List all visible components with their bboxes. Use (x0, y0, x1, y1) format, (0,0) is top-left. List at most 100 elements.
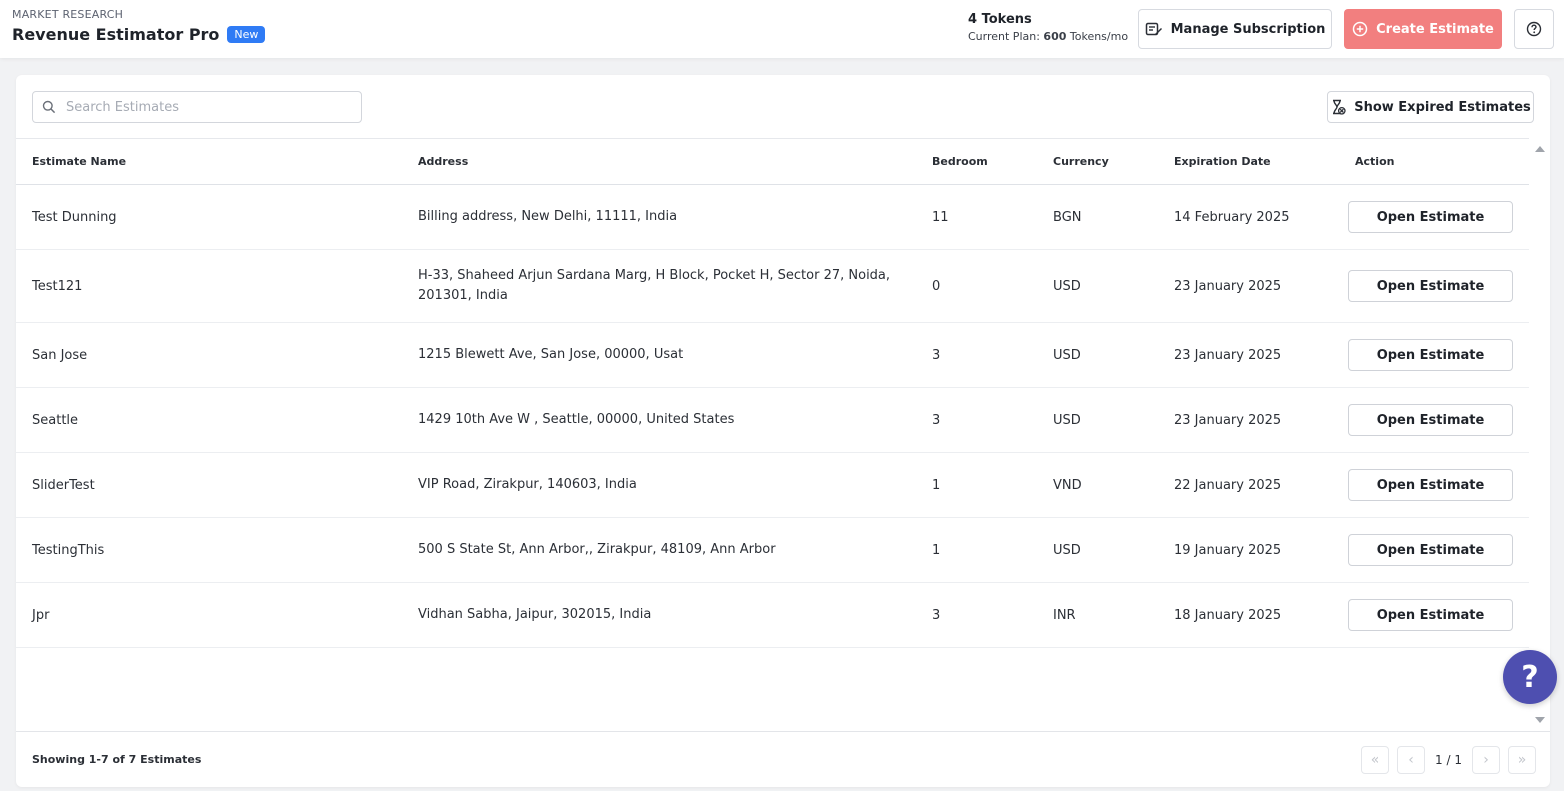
cell-address: VIP Road, Zirakpur, 140603, India (418, 477, 637, 492)
scroll-up-arrow[interactable] (1535, 146, 1545, 152)
cell-action: Open Estimate (1347, 201, 1529, 233)
cell-currency: USD (1053, 412, 1081, 428)
cell-address: 500 S State St, Ann Arbor,, Zirakpur, 48… (418, 542, 776, 557)
cell-currency: BGN (1053, 209, 1082, 225)
create-estimate-button[interactable]: Create Estimate (1344, 9, 1502, 49)
cell-expiration: 22 January 2025 (1174, 477, 1282, 493)
cell-bedroom: 3 (932, 412, 941, 428)
open-estimate-button[interactable]: Open Estimate (1348, 534, 1513, 566)
open-estimate-button[interactable]: Open Estimate (1348, 339, 1513, 371)
manage-subscription-label: Manage Subscription (1170, 21, 1326, 37)
question-circle-icon (1526, 21, 1542, 37)
scroll-down-arrow[interactable] (1535, 717, 1545, 723)
cell-currency: VND (1053, 477, 1082, 493)
col-bedroom[interactable]: Bedroom (932, 155, 1053, 168)
plan-info: Current Plan: 600 Tokens/mo (968, 30, 1128, 43)
cell-bedroom: 1 (932, 542, 941, 558)
cell-action: Open Estimate (1347, 404, 1529, 436)
col-address[interactable]: Address (418, 152, 932, 172)
cell-bedroom: 3 (932, 607, 941, 623)
table-row: Test Dunning Billing address, New Delhi,… (16, 185, 1529, 250)
page-indicator: 1 / 1 (1435, 753, 1462, 767)
token-count: 4 Tokens (968, 12, 1032, 27)
question-bubble-icon[interactable]: ? (1503, 650, 1557, 704)
col-expiration-date[interactable]: Expiration Date (1174, 155, 1347, 168)
cell-name: Seattle (32, 412, 79, 428)
plan-suffix: Tokens/mo (1066, 30, 1129, 43)
col-action: Action (1355, 155, 1395, 168)
table-footer: Showing 1-7 of 7 Estimates « ‹ 1 / 1 › » (16, 731, 1550, 787)
cell-expiration: 14 February 2025 (1174, 209, 1290, 225)
table-header: Estimate Name Address Bedroom Currency E… (16, 138, 1529, 185)
cell-name: San Jose (32, 347, 88, 363)
open-estimate-button[interactable]: Open Estimate (1348, 270, 1513, 302)
cell-action: Open Estimate (1347, 270, 1529, 302)
cell-bedroom: 0 (932, 278, 941, 294)
cell-address: 1215 Blewett Ave, San Jose, 00000, Usat (418, 347, 684, 362)
table-scrollbar[interactable] (1529, 138, 1550, 731)
cell-currency: USD (1053, 278, 1081, 294)
open-estimate-button[interactable]: Open Estimate (1348, 599, 1513, 631)
search-input[interactable] (66, 99, 346, 115)
section-eyebrow: MARKET RESEARCH (12, 8, 124, 21)
cell-currency: USD (1053, 347, 1081, 363)
cell-address: Vidhan Sabha, Jaipur, 302015, India (418, 607, 652, 622)
title-block: MARKET RESEARCH Revenue Estimator Pro Ne… (12, 8, 266, 44)
title-row: Revenue Estimator Pro New (12, 25, 266, 44)
plan-amount: 600 (1043, 30, 1067, 43)
cell-address: 1429 10th Ave W , Seattle, 00000, United… (418, 412, 735, 427)
cell-name: Test121 (32, 278, 83, 294)
search-icon (42, 100, 56, 114)
estimates-card: Show Expired Estimates Estimate Name Add… (16, 75, 1550, 787)
show-expired-button[interactable]: Show Expired Estimates (1327, 91, 1534, 123)
plus-circle-icon (1352, 21, 1368, 37)
cell-bedroom: 3 (932, 347, 941, 363)
app-header: MARKET RESEARCH Revenue Estimator Pro Ne… (0, 0, 1564, 58)
cell-expiration: 23 January 2025 (1174, 412, 1282, 428)
cell-bedroom: 11 (932, 209, 949, 225)
create-estimate-label: Create Estimate (1376, 21, 1494, 37)
col-currency[interactable]: Currency (1053, 155, 1174, 168)
help-button[interactable] (1514, 9, 1554, 49)
prev-page-button[interactable]: ‹ (1397, 746, 1426, 774)
cell-expiration: 23 January 2025 (1174, 278, 1282, 294)
token-summary: 4 Tokens Current Plan: 600 Tokens/mo (968, 12, 1128, 43)
search-box[interactable] (32, 91, 362, 123)
showing-count: Showing 1-7 of 7 Estimates (32, 753, 202, 766)
table-row: TestingThis 500 S State St, Ann Arbor,, … (16, 518, 1529, 583)
estimates-table: Estimate Name Address Bedroom Currency E… (16, 138, 1529, 648)
cell-name: SliderTest (32, 477, 95, 493)
cell-expiration: 18 January 2025 (1174, 607, 1282, 623)
cell-action: Open Estimate (1347, 339, 1529, 371)
cell-name: Jpr (32, 607, 50, 623)
cell-name: Test Dunning (32, 209, 117, 225)
first-page-button[interactable]: « (1361, 746, 1390, 774)
cell-action: Open Estimate (1347, 469, 1529, 501)
open-estimate-button[interactable]: Open Estimate (1348, 201, 1513, 233)
col-estimate-name[interactable]: Estimate Name (16, 155, 418, 168)
cell-address: Billing address, New Delhi, 11111, India (418, 209, 678, 224)
page-title: Revenue Estimator Pro (12, 25, 220, 44)
show-expired-label: Show Expired Estimates (1354, 99, 1531, 115)
cell-action: Open Estimate (1347, 534, 1529, 566)
table-row: Jpr Vidhan Sabha, Jaipur, 302015, India … (16, 583, 1529, 648)
cell-name: TestingThis (32, 542, 105, 558)
manage-subscription-button[interactable]: Manage Subscription (1138, 9, 1332, 49)
cell-currency: USD (1053, 542, 1081, 558)
edit-card-icon (1145, 22, 1162, 36)
open-estimate-button[interactable]: Open Estimate (1348, 469, 1513, 501)
cell-address: H-33, Shaheed Arjun Sardana Marg, H Bloc… (418, 268, 891, 303)
cell-expiration: 23 January 2025 (1174, 347, 1282, 363)
last-page-button[interactable]: » (1508, 746, 1536, 774)
table-row: SliderTest VIP Road, Zirakpur, 140603, I… (16, 453, 1529, 518)
new-badge: New (227, 26, 266, 43)
cell-action: Open Estimate (1347, 599, 1529, 631)
open-estimate-button[interactable]: Open Estimate (1348, 404, 1513, 436)
table-row: Test121 H-33, Shaheed Arjun Sardana Marg… (16, 250, 1529, 323)
cell-currency: INR (1053, 607, 1076, 623)
plan-prefix: Current Plan: (968, 30, 1044, 43)
hourglass-off-icon (1333, 99, 1346, 115)
table-row: San Jose 1215 Blewett Ave, San Jose, 000… (16, 323, 1529, 388)
next-page-button[interactable]: › (1472, 746, 1500, 774)
table-row: Seattle 1429 10th Ave W , Seattle, 00000… (16, 388, 1529, 453)
